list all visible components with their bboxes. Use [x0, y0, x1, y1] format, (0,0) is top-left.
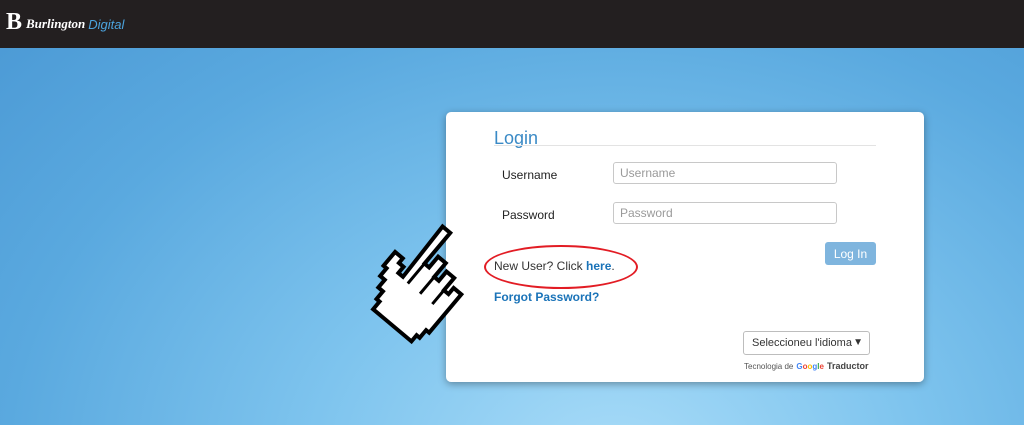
language-select[interactable]: Seleccioneu l'idioma ▼ — [743, 331, 870, 355]
google-translate-attribution: Tecnologia de Google Traductor — [744, 361, 868, 371]
new-user-period: . — [611, 259, 615, 273]
new-user-text: New User? Click — [494, 259, 587, 273]
username-label: Username — [502, 168, 558, 182]
google-logo[interactable]: Google — [796, 362, 824, 371]
powered-suffix: Traductor — [826, 361, 869, 371]
powered-prefix: Tecnologia de — [744, 361, 794, 371]
hand-pointer-icon — [370, 223, 465, 345]
username-input[interactable] — [613, 162, 837, 184]
logo-text-accent: Digital — [88, 16, 125, 32]
title-divider — [494, 145, 876, 146]
logo-text-main: Burlington — [26, 16, 86, 31]
chevron-down-icon: ▼ — [853, 337, 863, 348]
password-label: Password — [502, 208, 555, 222]
login-button[interactable]: Log In — [825, 242, 876, 265]
language-select-value: Seleccioneu l'idioma — [752, 337, 852, 349]
burlington-digital-logo[interactable]: B Burlington Digital — [6, 9, 125, 35]
password-input[interactable] — [613, 202, 837, 224]
logo-mark: B — [6, 9, 23, 35]
login-card: Login Username Password Log In New User?… — [446, 112, 924, 382]
top-navbar: B Burlington Digital — [0, 0, 1024, 48]
forgot-password-link[interactable]: Forgot Password? — [494, 290, 599, 304]
register-here-link[interactable]: here — [586, 259, 611, 273]
new-user-prompt: New User? Click here. — [494, 259, 615, 273]
